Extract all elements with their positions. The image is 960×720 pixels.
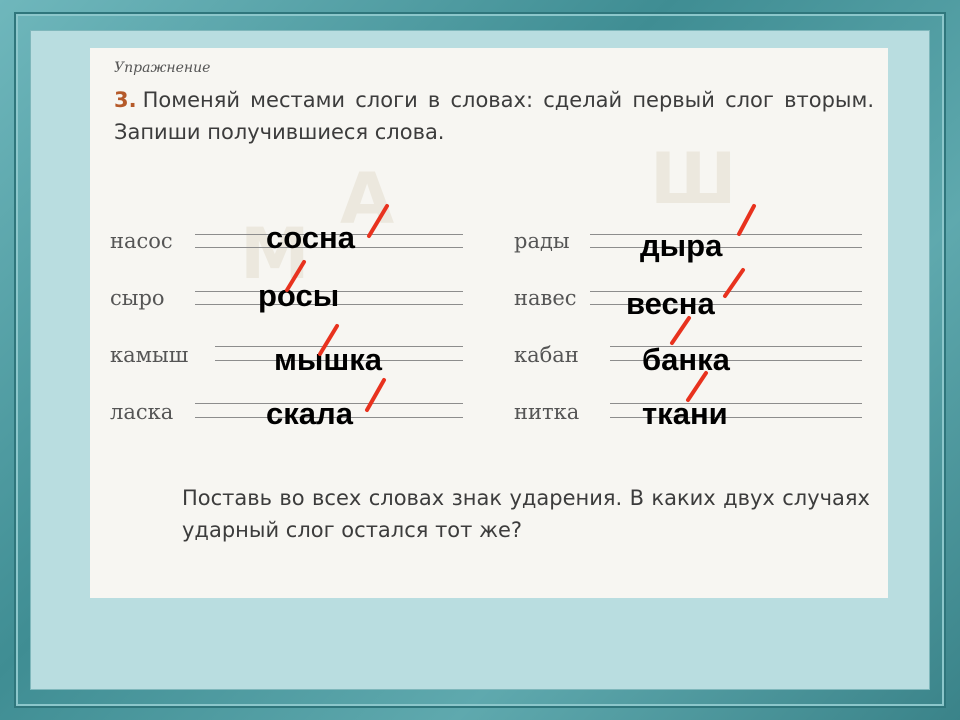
answer-word: росы	[258, 278, 340, 313]
source-word: сыро	[110, 286, 165, 310]
textbook-page: А Ш М Упражнение 3. Поменяй местами слоги…	[90, 48, 888, 598]
ghost-letter-decoration: Ш	[650, 138, 737, 220]
source-word: кабан	[514, 343, 579, 367]
answer-word: весна	[626, 286, 715, 321]
source-word: насос	[110, 229, 173, 253]
answer-word: дыра	[640, 228, 723, 263]
task-number: 3.	[114, 88, 137, 112]
footer-instructions: Поставь во всех словах знак ударения. В …	[182, 486, 870, 542]
source-word: ласка	[110, 400, 174, 424]
writing-line	[590, 247, 862, 248]
answer-word: ткани	[642, 396, 728, 431]
source-word: нитка	[514, 400, 580, 424]
exercise-label: Упражнение	[114, 60, 211, 76]
answer-word: банка	[642, 342, 730, 377]
answer-word: сосна	[266, 220, 355, 255]
source-word: рады	[514, 229, 570, 253]
answer-word: мышка	[274, 342, 383, 377]
source-word: навес	[514, 286, 577, 310]
writing-line	[590, 234, 862, 235]
source-word: камыш	[110, 343, 189, 367]
task-text: Поменяй местами слоги в словах: сделай п…	[114, 88, 874, 144]
task-instructions: 3. Поменяй местами слоги в словах: сделай…	[114, 84, 874, 148]
answer-word: скала	[266, 396, 353, 431]
